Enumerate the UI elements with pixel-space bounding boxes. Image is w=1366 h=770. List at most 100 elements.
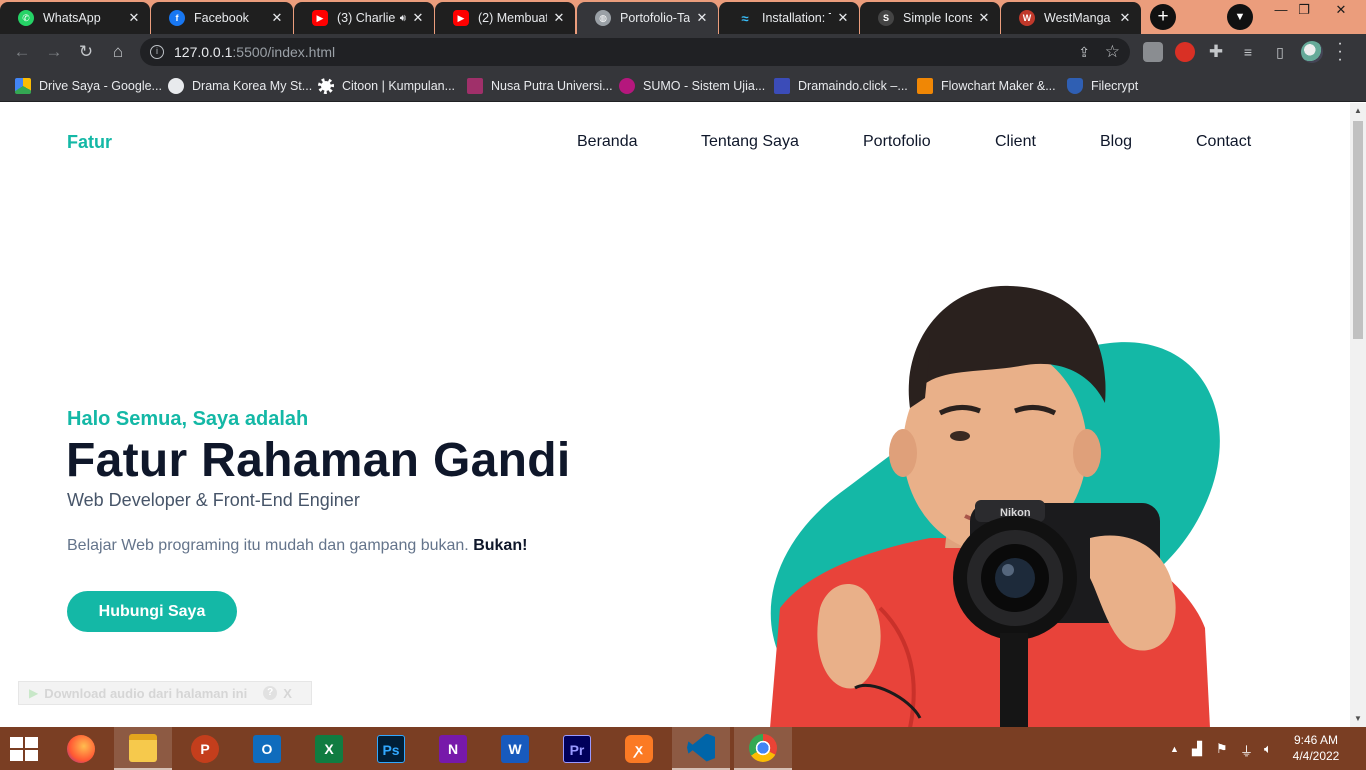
profile-avatar[interactable] (1301, 41, 1323, 63)
clock-time: 9:46 AM (1293, 733, 1339, 747)
taskbar-firefox[interactable] (52, 727, 110, 770)
close-icon[interactable]: ✕ (835, 10, 851, 26)
site-brand[interactable]: Fatur (67, 132, 112, 153)
reload-button[interactable]: ↻ (74, 40, 98, 64)
action-flag-icon[interactable]: ⚑ (1216, 741, 1228, 757)
speaker-icon[interactable]: 🔊︎ (400, 13, 406, 24)
download-audio-label[interactable]: Download audio dari halaman ini (44, 686, 247, 701)
close-icon[interactable]: ✕ (551, 10, 567, 26)
download-audio-bar[interactable]: ▶ Download audio dari halaman ini ? X (18, 681, 312, 705)
tab-portofolio[interactable]: ◍ Portofolio-Tailw ✕ (577, 2, 718, 34)
shield-icon (1067, 78, 1083, 94)
bookmark-label: Flowchart Maker &... (941, 79, 1056, 93)
nav-client[interactable]: Client (995, 133, 1036, 151)
tab-title: (2) Membuat W (478, 11, 547, 25)
film-reel-icon (318, 78, 334, 94)
taskbar-file-explorer[interactable] (114, 727, 172, 770)
taskbar-chrome[interactable] (734, 727, 792, 770)
bookmark-flowchart[interactable]: Flowchart Maker &... (917, 76, 1056, 96)
adblock-extension-icon[interactable] (1175, 42, 1195, 62)
bookmark-label: Nusa Putra Universi... (491, 79, 613, 93)
forward-button[interactable]: → (42, 40, 66, 64)
taskbar-word[interactable]: W (486, 727, 544, 770)
tab-search-button[interactable]: ▼ (1227, 4, 1253, 30)
bookmark-sumo[interactable]: SUMO - Sistem Ujia... (619, 76, 765, 96)
tagline-text: Belajar Web programing itu mudah dan gam… (67, 537, 469, 554)
hero-portrait-image: Nikon (770, 285, 1210, 727)
site-info-icon[interactable]: i (150, 45, 164, 59)
bookmark-filecrypt[interactable]: Filecrypt (1067, 76, 1138, 96)
nav-portofolio[interactable]: Portofolio (863, 133, 931, 151)
taskbar-outlook[interactable]: O (238, 727, 296, 770)
taskbar-premiere[interactable]: Pr (548, 727, 606, 770)
extension-icon[interactable] (1143, 42, 1163, 62)
media-control-icon[interactable]: ≡ (1236, 40, 1260, 64)
close-icon[interactable]: ✕ (694, 10, 710, 26)
usb-device-icon[interactable]: ⏚ (1240, 741, 1253, 760)
nav-blog[interactable]: Blog (1100, 133, 1132, 151)
help-icon[interactable]: ? (263, 686, 278, 700)
taskbar-excel[interactable]: X (300, 727, 358, 770)
tab-youtube-membuat[interactable]: ▶ (2) Membuat W ✕ (435, 2, 575, 34)
taskbar-xampp[interactable]: ꭗ (610, 727, 668, 770)
bookmark-nusa-putra[interactable]: Nusa Putra Universi... (467, 76, 613, 96)
tab-simple-icons[interactable]: S Simple Icons ✕ (860, 2, 1000, 34)
bookmark-label: SUMO - Sistem Ujia... (643, 79, 766, 93)
simple-icons-icon: S (878, 10, 894, 26)
menu-icon[interactable]: · · · (1332, 36, 1348, 68)
home-button[interactable]: ⌂ (106, 40, 130, 64)
puzzle-extensions-icon[interactable]: ✚ (1204, 40, 1228, 64)
share-icon[interactable]: ⇪ (1078, 38, 1090, 66)
windows-taskbar: P O X Ps N W Pr ꭗ ▲ ▟ ⚑ ⏚ 🔈︎ 9:46 AM 4/4… (0, 727, 1366, 770)
page-scrollbar[interactable]: ▲ ▼ (1350, 103, 1366, 727)
network-signal-icon[interactable]: ▟ (1192, 741, 1202, 757)
facebook-icon: f (169, 10, 185, 26)
scrollbar-thumb[interactable] (1353, 121, 1363, 339)
address-bar[interactable]: i 127.0.0.1:5500/index.html ⇪ ☆ (140, 38, 1130, 66)
tab-whatsapp[interactable]: ✆ WhatsApp ✕ (0, 2, 150, 34)
system-clock[interactable]: 9:46 AM 4/4/2022 (1288, 732, 1344, 764)
url-text[interactable]: 127.0.0.1:5500/index.html (174, 38, 335, 66)
nav-tentang-saya[interactable]: Tentang Saya (701, 133, 799, 151)
show-hidden-icons-icon[interactable]: ▲ (1170, 744, 1179, 754)
tab-title: (3) Charlie (337, 11, 396, 25)
side-panel-icon[interactable]: ▯ (1268, 40, 1292, 64)
bookmark-drama-korea[interactable]: Drama Korea My St... (168, 76, 312, 96)
westmanga-icon: W (1019, 10, 1035, 26)
close-icon[interactable]: ✕ (1117, 10, 1133, 26)
bookmark-citoon[interactable]: Citoon | Kumpulan... (318, 76, 455, 96)
hero-tagline: Belajar Web programing itu mudah dan gam… (67, 537, 527, 555)
close-icon[interactable]: ✕ (410, 10, 426, 26)
bookmark-drive[interactable]: Drive Saya - Google... (15, 76, 162, 96)
windows-start-icon[interactable] (10, 737, 38, 761)
tab-youtube-charlie[interactable]: ▶ (3) Charlie 🔊︎ ✕ (294, 2, 434, 34)
tab-title: WestManga – (1044, 11, 1113, 25)
back-button[interactable]: ← (10, 40, 34, 64)
tab-facebook[interactable]: f Facebook ✕ (151, 2, 293, 34)
contact-me-button[interactable]: Hubungi Saya (67, 591, 237, 632)
bookmark-star-icon[interactable]: ☆ (1105, 38, 1120, 66)
nav-contact[interactable]: Contact (1196, 133, 1251, 151)
nav-beranda[interactable]: Beranda (577, 133, 638, 151)
page-viewport: Fatur Beranda Tentang Saya Portofolio Cl… (0, 103, 1350, 727)
premiere-icon: Pr (563, 734, 591, 763)
bookmark-dramaindo[interactable]: Dramaindo.click –... (774, 76, 908, 96)
tab-title: Portofolio-Tailw (620, 11, 690, 25)
scroll-down-arrow-icon[interactable]: ▼ (1350, 711, 1366, 727)
taskbar-powerpoint[interactable]: P (176, 727, 234, 770)
tab-westmanga[interactable]: W WestManga – ✕ (1001, 2, 1141, 34)
clock-date: 4/4/2022 (1292, 749, 1340, 763)
taskbar-photoshop[interactable]: Ps (362, 727, 420, 770)
taskbar-onenote[interactable]: N (424, 727, 482, 770)
scroll-up-arrow-icon[interactable]: ▲ (1350, 103, 1366, 119)
taskbar-vscode[interactable] (672, 727, 730, 770)
volume-icon[interactable]: 🔈︎ (1264, 741, 1272, 757)
close-icon[interactable]: ✕ (126, 10, 142, 26)
close-icon[interactable]: ✕ (976, 10, 992, 26)
close-window-button[interactable]: ✕ (1318, 0, 1364, 20)
close-icon[interactable]: X (283, 686, 292, 701)
tab-tailwind-installation[interactable]: ≈ Installation: Tail ✕ (719, 2, 859, 34)
new-tab-button[interactable]: + (1150, 4, 1176, 30)
bookmark-label: Drive Saya - Google... (39, 79, 162, 93)
close-icon[interactable]: ✕ (269, 10, 285, 26)
